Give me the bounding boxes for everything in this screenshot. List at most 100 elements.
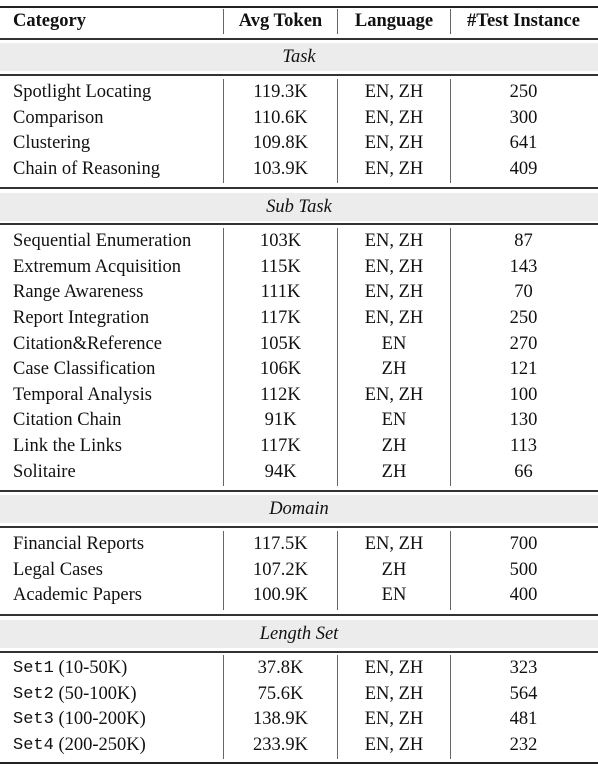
cell-category: Case Classification	[13, 359, 156, 380]
set-code: Set3	[13, 710, 54, 730]
cell-test-instance: 409	[509, 159, 538, 180]
cell-avg-token: 111K	[260, 282, 301, 303]
cell-avg-token: 105K	[259, 333, 302, 354]
cell-avg-token: 103.9K	[253, 159, 308, 180]
table-row: Case Classification 106K ZH 121	[0, 357, 598, 383]
cell-category: Financial Reports	[13, 534, 145, 555]
bottom-rule	[0, 762, 598, 764]
cell-category: Report Integration	[13, 308, 150, 329]
column-divider	[223, 9, 224, 34]
cell-category: Set2 (50-100K)	[13, 682, 223, 708]
cell-test-instance: 100	[509, 384, 538, 405]
section-header-task: Task	[0, 43, 598, 71]
column-divider	[337, 9, 338, 34]
table-row: Set1 (10-50K) 37.8K EN, ZH 323	[0, 656, 598, 682]
cell-language: ZH	[381, 436, 407, 457]
table-row: Set4 (200-250K) 233.9K EN, ZH 232	[0, 733, 598, 759]
section-rule	[0, 223, 598, 225]
cell-avg-token: 112K	[260, 384, 301, 405]
table-row: Link the Links 117K ZH 113	[0, 434, 598, 460]
column-divider	[450, 9, 451, 34]
cell-language: EN, ZH	[364, 735, 424, 756]
column-divider	[450, 228, 451, 486]
table-row: Comparison 110.6K EN, ZH 300	[0, 106, 598, 132]
table-row: Chain of Reasoning 103.9K EN, ZH 409	[0, 157, 598, 183]
cell-test-instance: 143	[509, 256, 538, 277]
cell-language: ZH	[381, 461, 407, 482]
cell-category: Extremum Acquisition	[13, 256, 182, 277]
header-test-instance: #Test Instance	[467, 10, 580, 31]
header-language: Language	[354, 10, 434, 31]
cell-language: EN	[381, 585, 407, 606]
cell-avg-token: 117K	[260, 308, 301, 329]
cell-avg-token: 94K	[264, 461, 297, 482]
cell-language: ZH	[381, 559, 407, 580]
cell-category: Link the Links	[13, 436, 122, 457]
cell-language: EN	[381, 410, 407, 431]
cell-category: Citation&Reference	[13, 333, 162, 354]
cell-test-instance: 66	[514, 461, 533, 482]
cell-language: EN, ZH	[364, 534, 424, 555]
table-row: Set3 (100-200K) 138.9K EN, ZH 481	[0, 707, 598, 733]
column-divider	[450, 79, 451, 184]
cell-avg-token: 138.9K	[253, 709, 308, 730]
column-divider	[337, 228, 338, 486]
cell-test-instance: 300	[509, 107, 538, 128]
table-row: Spotlight Locating 119.3K EN, ZH 250	[0, 80, 598, 106]
column-divider	[450, 655, 451, 760]
cell-category: Sequential Enumeration	[13, 231, 192, 252]
cell-category: Range Awareness	[13, 282, 144, 303]
section-header-length-set: Length Set	[0, 620, 598, 648]
cell-language: EN, ZH	[364, 308, 424, 329]
cell-test-instance: 250	[509, 308, 538, 329]
column-divider	[337, 655, 338, 760]
cell-language: EN, ZH	[364, 256, 424, 277]
header-avg-token: Avg Token	[238, 10, 323, 31]
cell-category: Chain of Reasoning	[13, 159, 160, 180]
cell-category: Set3 (100-200K)	[13, 707, 223, 733]
table-row: Sequential Enumeration 103K EN, ZH 87	[0, 229, 598, 255]
set-range: (50-100K)	[53, 683, 137, 704]
cell-avg-token: 110.6K	[253, 107, 308, 128]
table-row: Legal Cases 107.2K ZH 500	[0, 558, 598, 584]
cell-category: Academic Papers	[13, 585, 142, 606]
table-row: Set2 (50-100K) 75.6K EN, ZH 564	[0, 682, 598, 708]
table-row: Solitaire 94K ZH 66	[0, 459, 598, 485]
cell-avg-token: 107.2K	[253, 559, 308, 580]
cell-category: Set1 (10-50K)	[13, 656, 223, 682]
cell-test-instance: 323	[509, 658, 538, 679]
cell-category: Clustering	[13, 133, 91, 154]
cell-test-instance: 130	[509, 410, 538, 431]
set-code: Set1	[13, 659, 54, 679]
cell-category: Spotlight Locating	[13, 82, 152, 103]
section-header-domain: Domain	[0, 495, 598, 523]
cell-avg-token: 109.8K	[253, 133, 308, 154]
section-header-sub-task: Sub Task	[0, 193, 598, 221]
cell-avg-token: 91K	[264, 410, 297, 431]
table-row: Clustering 109.8K EN, ZH 641	[0, 131, 598, 157]
cell-language: EN, ZH	[364, 282, 424, 303]
cell-category: Citation Chain	[13, 410, 122, 431]
cell-test-instance: 87	[514, 231, 533, 252]
column-divider	[223, 228, 224, 486]
table-row: Range Awareness 111K EN, ZH 70	[0, 280, 598, 306]
cell-avg-token: 119.3K	[253, 82, 308, 103]
cell-language: EN, ZH	[364, 82, 424, 103]
cell-language: EN, ZH	[364, 133, 424, 154]
column-divider	[337, 79, 338, 184]
table-row: Citation Chain 91K EN 130	[0, 408, 598, 434]
set-range: (10-50K)	[53, 658, 128, 679]
section-rule	[0, 74, 598, 76]
set-code: Set2	[13, 684, 54, 704]
section-rule	[0, 526, 598, 528]
cell-avg-token: 100.9K	[253, 585, 308, 606]
cell-language: EN, ZH	[364, 709, 424, 730]
set-code: Set4	[13, 736, 54, 756]
table-row: Citation&Reference 105K EN 270	[0, 331, 598, 357]
cell-test-instance: 70	[514, 282, 533, 303]
cell-avg-token: 117.5K	[253, 534, 308, 555]
cell-test-instance: 232	[509, 735, 538, 756]
table-row: Temporal Analysis 112K EN, ZH 100	[0, 383, 598, 409]
cell-avg-token: 106K	[259, 359, 302, 380]
table-row: Financial Reports 117.5K EN, ZH 700	[0, 532, 598, 558]
